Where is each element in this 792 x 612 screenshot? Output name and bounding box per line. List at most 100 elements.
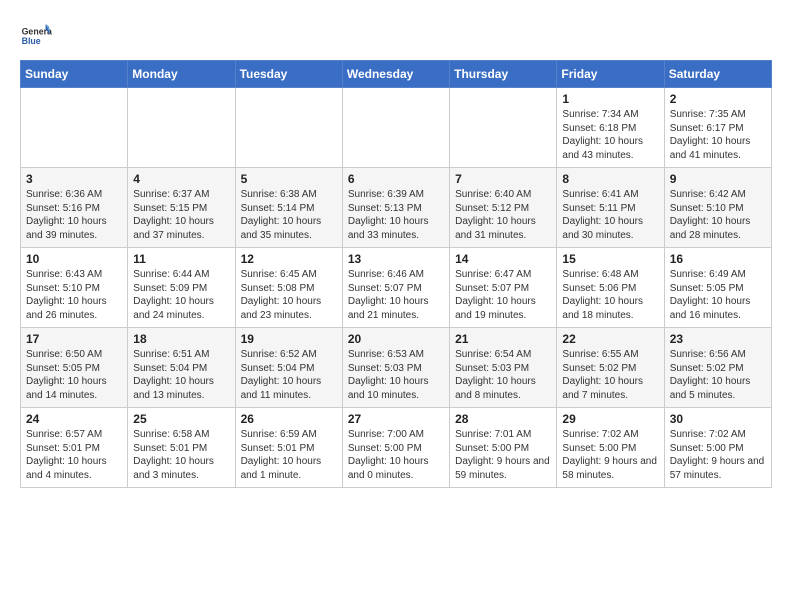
calendar-cell: 25 Sunrise: 6:58 AM Sunset: 5:01 PM Dayli… bbox=[128, 408, 235, 488]
cell-daylight-info: Sunrise: 7:00 AM Sunset: 5:00 PM Dayligh… bbox=[348, 428, 444, 482]
calendar-cell: 7 Sunrise: 6:40 AM Sunset: 5:12 PM Daylig… bbox=[450, 168, 557, 248]
day-number: 18 bbox=[133, 332, 229, 346]
cell-daylight-info: Sunrise: 6:37 AM Sunset: 5:15 PM Dayligh… bbox=[133, 188, 229, 242]
calendar-cell: 28 Sunrise: 7:01 AM Sunset: 5:00 PM Dayli… bbox=[450, 408, 557, 488]
calendar-week-row: 24 Sunrise: 6:57 AM Sunset: 5:01 PM Dayli… bbox=[21, 408, 772, 488]
day-number: 5 bbox=[241, 172, 337, 186]
calendar-cell: 16 Sunrise: 6:49 AM Sunset: 5:05 PM Dayli… bbox=[664, 248, 771, 328]
day-number: 12 bbox=[241, 252, 337, 266]
calendar-week-row: 3Sunrise: 6:36 AM Sunset: 5:16 PM Daylig… bbox=[21, 168, 772, 248]
calendar-cell: 18 Sunrise: 6:51 AM Sunset: 5:04 PM Dayli… bbox=[128, 328, 235, 408]
calendar-cell bbox=[128, 88, 235, 168]
day-number: 26 bbox=[241, 412, 337, 426]
day-number: 22 bbox=[562, 332, 658, 346]
cell-daylight-info: Sunrise: 6:54 AM Sunset: 5:03 PM Dayligh… bbox=[455, 348, 551, 402]
cell-daylight-info: Sunrise: 6:48 AM Sunset: 5:06 PM Dayligh… bbox=[562, 268, 658, 322]
day-number: 11 bbox=[133, 252, 229, 266]
cell-daylight-info: Sunrise: 6:43 AM Sunset: 5:10 PM Dayligh… bbox=[26, 268, 122, 322]
day-number: 4 bbox=[133, 172, 229, 186]
calendar-week-row: 1 Sunrise: 7:34 AM Sunset: 6:18 PM Daylig… bbox=[21, 88, 772, 168]
cell-daylight-info: Sunrise: 6:46 AM Sunset: 5:07 PM Dayligh… bbox=[348, 268, 444, 322]
calendar-cell: 27 Sunrise: 7:00 AM Sunset: 5:00 PM Dayli… bbox=[342, 408, 449, 488]
cell-daylight-info: Sunrise: 6:55 AM Sunset: 5:02 PM Dayligh… bbox=[562, 348, 658, 402]
header: General Blue bbox=[20, 16, 772, 52]
calendar-cell: 6 Sunrise: 6:39 AM Sunset: 5:13 PM Daylig… bbox=[342, 168, 449, 248]
day-number: 27 bbox=[348, 412, 444, 426]
calendar-week-row: 10 Sunrise: 6:43 AM Sunset: 5:10 PM Dayli… bbox=[21, 248, 772, 328]
cell-daylight-info: Sunrise: 6:49 AM Sunset: 5:05 PM Dayligh… bbox=[670, 268, 766, 322]
cell-daylight-info: Sunrise: 6:45 AM Sunset: 5:08 PM Dayligh… bbox=[241, 268, 337, 322]
calendar-cell: 10 Sunrise: 6:43 AM Sunset: 5:10 PM Dayli… bbox=[21, 248, 128, 328]
cell-daylight-info: Sunrise: 6:59 AM Sunset: 5:01 PM Dayligh… bbox=[241, 428, 337, 482]
weekday-header-thursday: Thursday bbox=[450, 61, 557, 88]
calendar-cell: 20 Sunrise: 6:53 AM Sunset: 5:03 PM Dayli… bbox=[342, 328, 449, 408]
weekday-header-wednesday: Wednesday bbox=[342, 61, 449, 88]
weekday-header-tuesday: Tuesday bbox=[235, 61, 342, 88]
day-number: 8 bbox=[562, 172, 658, 186]
weekday-header-sunday: Sunday bbox=[21, 61, 128, 88]
weekday-header-row: SundayMondayTuesdayWednesdayThursdayFrid… bbox=[21, 61, 772, 88]
cell-daylight-info: Sunrise: 7:35 AM Sunset: 6:17 PM Dayligh… bbox=[670, 108, 766, 162]
svg-text:Blue: Blue bbox=[22, 36, 41, 46]
calendar-cell: 9 Sunrise: 6:42 AM Sunset: 5:10 PM Daylig… bbox=[664, 168, 771, 248]
calendar-cell: 8 Sunrise: 6:41 AM Sunset: 5:11 PM Daylig… bbox=[557, 168, 664, 248]
weekday-header-friday: Friday bbox=[557, 61, 664, 88]
calendar-cell: 14Sunrise: 6:47 AM Sunset: 5:07 PM Dayli… bbox=[450, 248, 557, 328]
day-number: 2 bbox=[670, 92, 766, 106]
day-number: 24 bbox=[26, 412, 122, 426]
cell-daylight-info: Sunrise: 6:42 AM Sunset: 5:10 PM Dayligh… bbox=[670, 188, 766, 242]
day-number: 17 bbox=[26, 332, 122, 346]
calendar-cell: 12 Sunrise: 6:45 AM Sunset: 5:08 PM Dayli… bbox=[235, 248, 342, 328]
day-number: 21 bbox=[455, 332, 551, 346]
day-number: 9 bbox=[670, 172, 766, 186]
calendar-cell: 23 Sunrise: 6:56 AM Sunset: 5:02 PM Dayli… bbox=[664, 328, 771, 408]
cell-daylight-info: Sunrise: 6:44 AM Sunset: 5:09 PM Dayligh… bbox=[133, 268, 229, 322]
cell-daylight-info: Sunrise: 6:57 AM Sunset: 5:01 PM Dayligh… bbox=[26, 428, 122, 482]
cell-daylight-info: Sunrise: 6:47 AM Sunset: 5:07 PM Dayligh… bbox=[455, 268, 551, 322]
day-number: 1 bbox=[562, 92, 658, 106]
cell-daylight-info: Sunrise: 6:40 AM Sunset: 5:12 PM Dayligh… bbox=[455, 188, 551, 242]
day-number: 25 bbox=[133, 412, 229, 426]
cell-daylight-info: Sunrise: 7:34 AM Sunset: 6:18 PM Dayligh… bbox=[562, 108, 658, 162]
day-number: 19 bbox=[241, 332, 337, 346]
day-number: 15 bbox=[562, 252, 658, 266]
weekday-header-saturday: Saturday bbox=[664, 61, 771, 88]
cell-daylight-info: Sunrise: 6:52 AM Sunset: 5:04 PM Dayligh… bbox=[241, 348, 337, 402]
cell-daylight-info: Sunrise: 6:50 AM Sunset: 5:05 PM Dayligh… bbox=[26, 348, 122, 402]
calendar-cell: 4 Sunrise: 6:37 AM Sunset: 5:15 PM Daylig… bbox=[128, 168, 235, 248]
cell-daylight-info: Sunrise: 7:01 AM Sunset: 5:00 PM Dayligh… bbox=[455, 428, 551, 482]
cell-daylight-info: Sunrise: 6:53 AM Sunset: 5:03 PM Dayligh… bbox=[348, 348, 444, 402]
day-number: 10 bbox=[26, 252, 122, 266]
calendar-cell: 3Sunrise: 6:36 AM Sunset: 5:16 PM Daylig… bbox=[21, 168, 128, 248]
calendar-cell bbox=[21, 88, 128, 168]
cell-daylight-info: Sunrise: 6:39 AM Sunset: 5:13 PM Dayligh… bbox=[348, 188, 444, 242]
day-number: 30 bbox=[670, 412, 766, 426]
cell-daylight-info: Sunrise: 6:58 AM Sunset: 5:01 PM Dayligh… bbox=[133, 428, 229, 482]
day-number: 28 bbox=[455, 412, 551, 426]
cell-daylight-info: Sunrise: 6:41 AM Sunset: 5:11 PM Dayligh… bbox=[562, 188, 658, 242]
calendar-cell: 24 Sunrise: 6:57 AM Sunset: 5:01 PM Dayli… bbox=[21, 408, 128, 488]
calendar-cell: 19 Sunrise: 6:52 AM Sunset: 5:04 PM Dayli… bbox=[235, 328, 342, 408]
cell-daylight-info: Sunrise: 7:02 AM Sunset: 5:00 PM Dayligh… bbox=[562, 428, 658, 482]
calendar-cell: 1 Sunrise: 7:34 AM Sunset: 6:18 PM Daylig… bbox=[557, 88, 664, 168]
cell-daylight-info: Sunrise: 6:36 AM Sunset: 5:16 PM Dayligh… bbox=[26, 188, 122, 242]
day-number: 29 bbox=[562, 412, 658, 426]
calendar-table: SundayMondayTuesdayWednesdayThursdayFrid… bbox=[20, 60, 772, 488]
cell-daylight-info: Sunrise: 6:51 AM Sunset: 5:04 PM Dayligh… bbox=[133, 348, 229, 402]
day-number: 6 bbox=[348, 172, 444, 186]
day-number: 16 bbox=[670, 252, 766, 266]
calendar-cell bbox=[235, 88, 342, 168]
calendar-cell bbox=[342, 88, 449, 168]
calendar-cell: 26 Sunrise: 6:59 AM Sunset: 5:01 PM Dayli… bbox=[235, 408, 342, 488]
cell-daylight-info: Sunrise: 6:56 AM Sunset: 5:02 PM Dayligh… bbox=[670, 348, 766, 402]
day-number: 13 bbox=[348, 252, 444, 266]
day-number: 23 bbox=[670, 332, 766, 346]
cell-daylight-info: Sunrise: 7:02 AM Sunset: 5:00 PM Dayligh… bbox=[670, 428, 766, 482]
calendar-cell: 5Sunrise: 6:38 AM Sunset: 5:14 PM Daylig… bbox=[235, 168, 342, 248]
day-number: 20 bbox=[348, 332, 444, 346]
calendar-cell: 17 Sunrise: 6:50 AM Sunset: 5:05 PM Dayli… bbox=[21, 328, 128, 408]
weekday-header-monday: Monday bbox=[128, 61, 235, 88]
day-number: 7 bbox=[455, 172, 551, 186]
calendar-cell: 21 Sunrise: 6:54 AM Sunset: 5:03 PM Dayli… bbox=[450, 328, 557, 408]
calendar-cell: 15 Sunrise: 6:48 AM Sunset: 5:06 PM Dayli… bbox=[557, 248, 664, 328]
